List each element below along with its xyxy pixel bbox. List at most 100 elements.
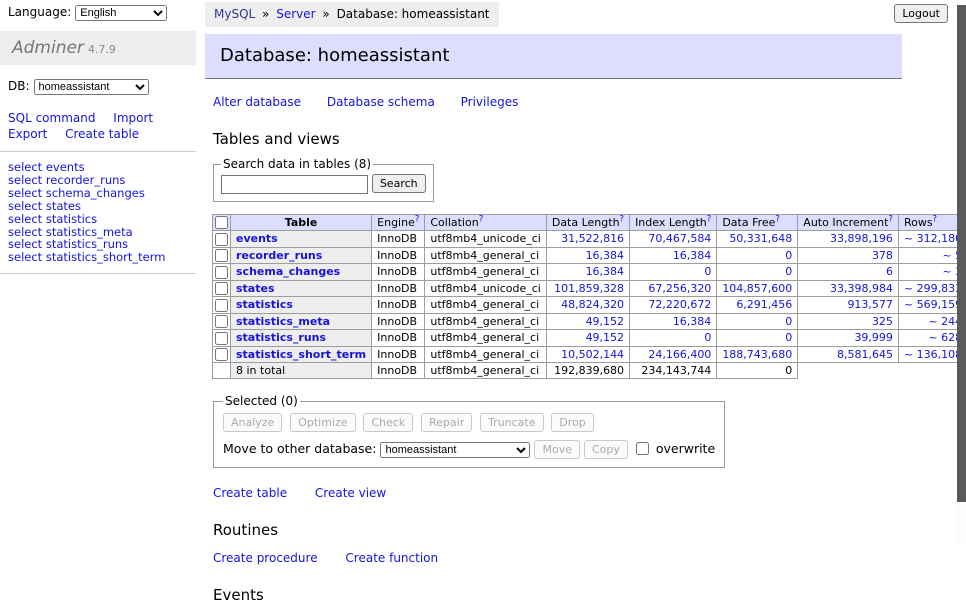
index-length-link[interactable]: 0 bbox=[704, 265, 711, 278]
auto-increment-link[interactable]: 33,398,984 bbox=[830, 282, 893, 295]
row-checkbox[interactable] bbox=[215, 249, 228, 262]
data-free-link[interactable]: 104,857,600 bbox=[722, 282, 792, 295]
auto-increment-link[interactable]: 8,581,645 bbox=[837, 348, 893, 361]
privileges-link[interactable]: Privileges bbox=[461, 95, 519, 109]
truncate-button[interactable]: Truncate bbox=[480, 413, 543, 432]
sidebar-link-select-statistics[interactable]: select statistics bbox=[8, 212, 97, 226]
help-icon[interactable]: ? bbox=[707, 214, 712, 224]
create-table-link-sidebar[interactable]: Create table bbox=[65, 127, 139, 141]
db-select[interactable]: homeassistant bbox=[34, 79, 149, 95]
breadcrumb-server-link[interactable]: Server bbox=[276, 7, 315, 21]
sidebar-link-select-statistics-runs[interactable]: select statistics_runs bbox=[8, 237, 128, 251]
create-view-link[interactable]: Create view bbox=[315, 486, 386, 500]
sidebar-link-select-events[interactable]: select events bbox=[8, 160, 85, 174]
breadcrumb-mysql-link[interactable]: MySQL bbox=[214, 7, 255, 21]
import-link[interactable]: Import bbox=[113, 111, 153, 125]
index-length-link[interactable]: 67,256,320 bbox=[648, 282, 711, 295]
check-button[interactable]: Check bbox=[363, 413, 413, 432]
search-button[interactable]: Search bbox=[372, 174, 426, 193]
index-length-link[interactable]: 70,467,584 bbox=[648, 232, 711, 245]
search-input[interactable] bbox=[221, 175, 368, 194]
table-link-statistics-runs[interactable]: statistics_runs bbox=[236, 331, 326, 344]
sidebar-link-select-schema-changes[interactable]: select schema_changes bbox=[8, 186, 145, 200]
table-link-schema-changes[interactable]: schema_changes bbox=[236, 265, 340, 278]
data-free-link[interactable]: 0 bbox=[785, 265, 792, 278]
data-free-link[interactable]: 188,743,680 bbox=[722, 348, 792, 361]
data-length-link[interactable]: 31,522,816 bbox=[561, 232, 624, 245]
help-icon[interactable]: ? bbox=[620, 214, 625, 224]
auto-increment-link[interactable]: 39,999 bbox=[854, 331, 893, 344]
auto-increment-link[interactable]: 325 bbox=[872, 315, 893, 328]
data-free-link[interactable]: 0 bbox=[785, 331, 792, 344]
move-button[interactable]: Move bbox=[534, 440, 580, 459]
index-length-link[interactable]: 16,384 bbox=[673, 249, 712, 262]
sidebar-link-select-states[interactable]: select states bbox=[8, 199, 81, 213]
row-checkbox[interactable] bbox=[215, 282, 228, 295]
row-checkbox[interactable] bbox=[215, 299, 228, 312]
data-length-link[interactable]: 101,859,328 bbox=[554, 282, 624, 295]
table-link-statistics[interactable]: statistics bbox=[236, 298, 293, 311]
data-length-link[interactable]: 49,152 bbox=[586, 331, 625, 344]
data-length-link[interactable]: 10,502,144 bbox=[561, 348, 624, 361]
table-link-statistics-meta[interactable]: statistics_meta bbox=[236, 315, 330, 328]
table-link-states[interactable]: states bbox=[236, 282, 275, 295]
auto-increment-link[interactable]: 6 bbox=[886, 265, 893, 278]
help-icon[interactable]: ? bbox=[415, 214, 420, 224]
move-db-select[interactable]: homeassistant bbox=[380, 442, 530, 458]
sidebar-link-select-recorder-runs[interactable]: select recorder_runs bbox=[8, 173, 125, 187]
table-link-statistics-short-term[interactable]: statistics_short_term bbox=[236, 348, 366, 361]
row-checkbox[interactable] bbox=[215, 233, 228, 246]
row-checkbox[interactable] bbox=[215, 315, 228, 328]
row-checkbox[interactable] bbox=[215, 266, 228, 279]
rows-count-link[interactable]: ~ 569,159 bbox=[904, 298, 962, 311]
repair-button[interactable]: Repair bbox=[421, 413, 472, 432]
language-select[interactable]: English bbox=[75, 5, 167, 21]
drop-button[interactable]: Drop bbox=[551, 413, 593, 432]
search-fieldset: Search data in tables (8) Search bbox=[213, 157, 434, 202]
select-all-checkbox[interactable] bbox=[215, 216, 228, 229]
auto-increment-link[interactable]: 33,898,196 bbox=[830, 232, 893, 245]
sidebar-link-select-statistics-meta[interactable]: select statistics_meta bbox=[8, 225, 133, 239]
auto-increment-link[interactable]: 378 bbox=[872, 249, 893, 262]
row-checkbox[interactable] bbox=[215, 332, 228, 345]
export-link[interactable]: Export bbox=[8, 127, 47, 141]
alter-database-link[interactable]: Alter database bbox=[213, 95, 301, 109]
search-legend: Search data in tables (8) bbox=[221, 157, 373, 171]
index-length-link[interactable]: 0 bbox=[704, 331, 711, 344]
table-link-recorder-runs[interactable]: recorder_runs bbox=[236, 249, 322, 262]
rows-count-link[interactable]: ~ 299,833 bbox=[904, 282, 962, 295]
index-length-link[interactable]: 72,220,672 bbox=[648, 298, 711, 311]
data-length-link[interactable]: 48,824,320 bbox=[561, 298, 624, 311]
help-icon[interactable]: ? bbox=[888, 214, 893, 224]
sql-command-link[interactable]: SQL command bbox=[8, 111, 95, 125]
rows-count-link[interactable]: ~ 312,180 bbox=[904, 232, 962, 245]
create-procedure-link[interactable]: Create procedure bbox=[213, 551, 318, 565]
analyze-button[interactable]: Analyze bbox=[223, 413, 282, 432]
data-free-link[interactable]: 0 bbox=[785, 249, 792, 262]
database-schema-link[interactable]: Database schema bbox=[327, 95, 435, 109]
index-length-link[interactable]: 16,384 bbox=[673, 315, 712, 328]
data-free-link[interactable]: 6,291,456 bbox=[736, 298, 792, 311]
help-icon[interactable]: ? bbox=[933, 214, 938, 224]
scrollbar-thumb[interactable] bbox=[957, 5, 966, 502]
table-total-row: 8 in total InnoDB utf8mb4_general_ci 192… bbox=[213, 363, 966, 379]
index-length-link[interactable]: 24,166,400 bbox=[648, 348, 711, 361]
create-function-link[interactable]: Create function bbox=[345, 551, 438, 565]
data-length-link[interactable]: 16,384 bbox=[586, 249, 625, 262]
create-table-link[interactable]: Create table bbox=[213, 486, 287, 500]
copy-button[interactable]: Copy bbox=[584, 440, 628, 459]
logout-button[interactable]: Logout bbox=[894, 4, 948, 23]
optimize-button[interactable]: Optimize bbox=[290, 413, 355, 432]
table-link-events[interactable]: events bbox=[236, 232, 278, 245]
data-free-link[interactable]: 0 bbox=[785, 315, 792, 328]
sidebar-link-select-statistics-short-term[interactable]: select statistics_short_term bbox=[8, 250, 165, 264]
data-length-link[interactable]: 49,152 bbox=[586, 315, 625, 328]
help-icon[interactable]: ? bbox=[479, 214, 484, 224]
data-free-link[interactable]: 50,331,648 bbox=[729, 232, 792, 245]
rows-count-link[interactable]: ~ 136,108 bbox=[904, 348, 962, 361]
data-length-link[interactable]: 16,384 bbox=[586, 265, 625, 278]
overwrite-checkbox[interactable] bbox=[636, 442, 649, 455]
row-checkbox[interactable] bbox=[215, 348, 228, 361]
auto-increment-link[interactable]: 913,577 bbox=[847, 298, 893, 311]
help-icon[interactable]: ? bbox=[775, 214, 780, 224]
